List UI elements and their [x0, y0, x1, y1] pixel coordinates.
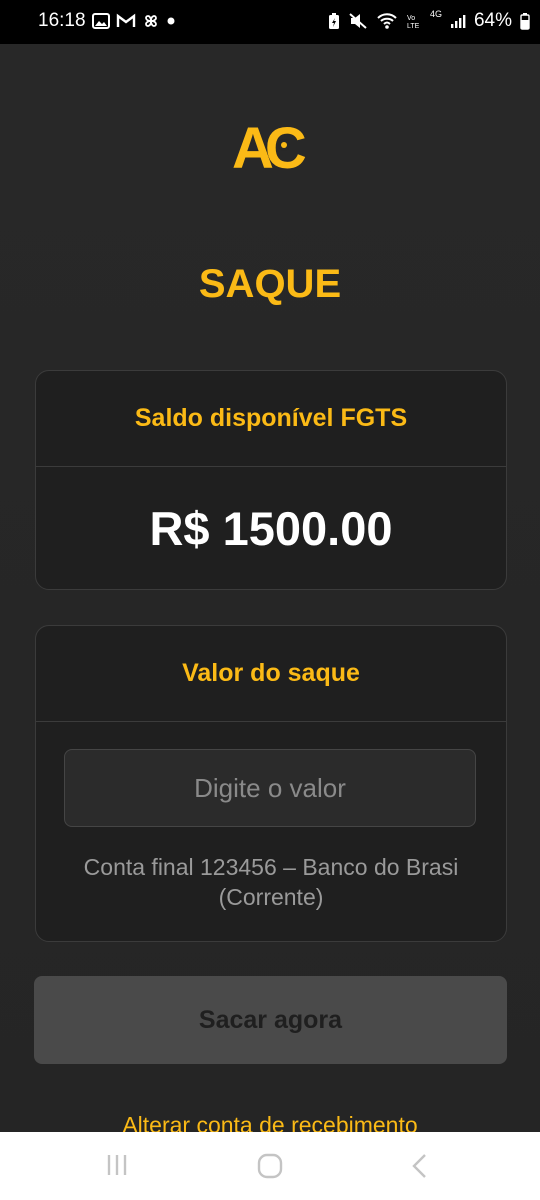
back-icon[interactable] — [408, 1152, 432, 1180]
battery-percent: 64% — [473, 10, 512, 31]
status-time: 16:18 — [38, 10, 86, 31]
dot-icon — [167, 17, 175, 25]
withdraw-card-title: Valor do saque — [36, 626, 506, 722]
battery-saver-icon — [328, 13, 339, 29]
wifi-icon — [377, 13, 397, 29]
gmail-icon — [116, 13, 136, 27]
account-info: Conta final 123456 – Banco do Brasi (Cor… — [83, 854, 459, 910]
app-screen: AC SAQUE Saldo disponível FGTS R$ 1500.0… — [0, 44, 540, 1132]
balance-value: R$ 1500.00 — [149, 501, 393, 555]
volte-icon: VoLTE — [407, 15, 420, 30]
withdraw-card: Valor do saque Conta final 123456 – Banc… — [35, 625, 507, 942]
balance-card-title: Saldo disponível FGTS — [36, 371, 506, 467]
page-title: SAQUE — [198, 262, 342, 306]
app-logo: AC — [232, 116, 308, 172]
svg-text:Vo: Vo — [407, 15, 415, 22]
withdraw-button[interactable]: Sacar agora — [34, 976, 507, 1064]
status-bar: 16:18 Vo LTE 4G 64% — [0, 0, 540, 44]
battery-icon — [520, 13, 530, 30]
system-icons: Vo LTE 4G 64% — [328, 9, 530, 32]
home-icon[interactable] — [256, 1152, 284, 1180]
pinwheel-icon — [145, 15, 157, 27]
amount-input[interactable] — [64, 749, 476, 827]
signal-icon — [450, 15, 466, 28]
change-account-link[interactable]: Alterar conta de recebimento — [0, 1112, 540, 1132]
gallery-icon — [92, 13, 110, 29]
recent-apps-icon[interactable] — [104, 1152, 130, 1178]
logo-text: AC — [232, 116, 306, 172]
balance-card: Saldo disponível FGTS R$ 1500.00 — [35, 370, 507, 590]
notification-icons — [92, 12, 176, 30]
svg-text:LTE: LTE — [407, 23, 420, 30]
network-type: 4G — [429, 9, 442, 19]
mute-icon — [349, 13, 367, 29]
navigation-bar — [0, 1132, 540, 1200]
